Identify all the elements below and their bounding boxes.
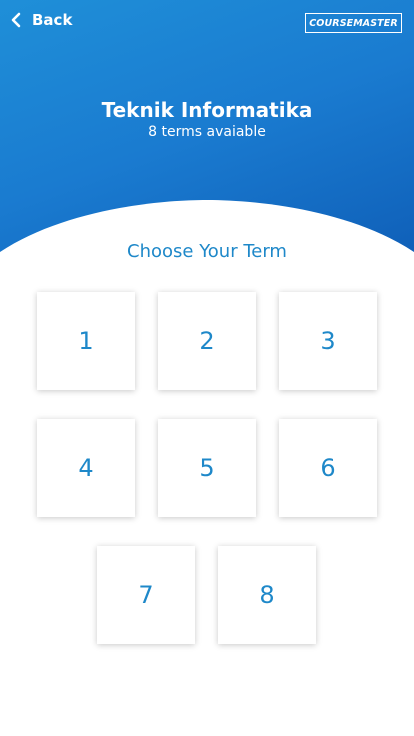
page-subtitle: 8 terms avaiable <box>148 124 266 140</box>
term-button-1[interactable]: 1 <box>37 292 135 390</box>
logo-course-text: COURSE <box>309 17 354 29</box>
term-button-7[interactable]: 7 <box>97 546 195 644</box>
coursemaster-logo: COURSE MASTER <box>305 13 402 33</box>
page-title: Teknik Informatika <box>101 98 313 122</box>
term-button-3[interactable]: 3 <box>279 292 377 390</box>
term-button-6[interactable]: 6 <box>279 419 377 517</box>
term-button-4[interactable]: 4 <box>37 419 135 517</box>
back-label: Back <box>32 11 73 29</box>
choose-term-heading: Choose Your Term <box>127 241 287 262</box>
term-button-5[interactable]: 5 <box>158 419 256 517</box>
term-button-8[interactable]: 8 <box>218 546 316 644</box>
chevron-left-icon <box>11 12 21 28</box>
term-button-2[interactable]: 2 <box>158 292 256 390</box>
logo-master-text: MASTER <box>353 17 398 29</box>
back-button[interactable]: Back <box>8 6 72 34</box>
